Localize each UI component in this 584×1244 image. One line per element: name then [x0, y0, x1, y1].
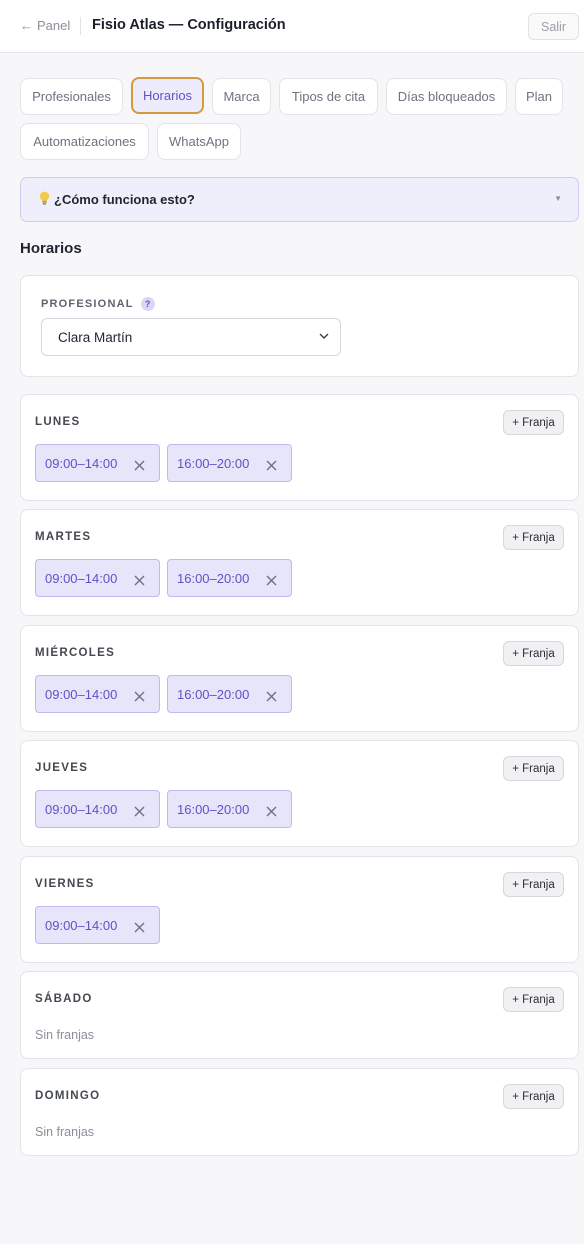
- day-name: JUEVES: [35, 762, 89, 774]
- time-slot: 09:00–14:00: [35, 444, 160, 482]
- time-slot: 16:00–20:00: [167, 559, 292, 597]
- professional-label: PROFESIONAL ?: [41, 297, 155, 311]
- time-slot-label: 16:00–20:00: [177, 802, 250, 817]
- caret-down-icon: ▼: [554, 194, 562, 203]
- time-slot: 09:00–14:00: [35, 906, 160, 944]
- remove-slot-icon[interactable]: [266, 573, 277, 586]
- back-to-panel-link[interactable]: ← Panel: [20, 18, 70, 33]
- time-slot: 16:00–20:00: [167, 790, 292, 828]
- professional-select[interactable]: Clara Martín: [41, 318, 341, 356]
- time-slot-label: 09:00–14:00: [45, 571, 118, 586]
- header-divider: [80, 17, 81, 35]
- help-icon[interactable]: ?: [140, 297, 155, 311]
- professional-select-value: Clara Martín: [58, 329, 133, 345]
- how-it-works-label: ¿Cómo funciona esto?: [54, 192, 195, 207]
- remove-slot-icon[interactable]: [266, 689, 277, 702]
- day-name: MARTES: [35, 531, 92, 543]
- tab-dias-bloqueados[interactable]: Días bloqueados: [386, 78, 507, 115]
- arrow-left-icon: ←: [20, 18, 33, 33]
- empty-slots-text: Sin franjas: [35, 1028, 95, 1042]
- add-slot-button[interactable]: + Franja: [503, 641, 564, 666]
- day-card: LUNES + Franja 09:00–14:00 16:00–20:00: [20, 394, 579, 501]
- day-name: VIERNES: [35, 878, 95, 890]
- day-card: DOMINGO + Franja Sin franjas: [20, 1068, 579, 1156]
- time-slot: 16:00–20:00: [167, 444, 292, 482]
- day-card: JUEVES + Franja 09:00–14:00 16:00–20:00: [20, 740, 579, 847]
- tab-whatsapp[interactable]: WhatsApp: [157, 123, 241, 160]
- tab-automatizaciones[interactable]: Automatizaciones: [20, 123, 149, 160]
- time-slot-label: 16:00–20:00: [177, 456, 250, 471]
- page-title: Fisio Atlas — Configuración: [92, 17, 286, 33]
- remove-slot-icon[interactable]: [134, 458, 145, 471]
- add-slot-button[interactable]: + Franja: [503, 987, 564, 1012]
- day-name: LUNES: [35, 416, 81, 428]
- professional-card: PROFESIONAL ? Clara Martín: [20, 275, 579, 377]
- add-slot-button[interactable]: + Franja: [503, 872, 564, 897]
- day-name: DOMINGO: [35, 1090, 101, 1102]
- tab-marca[interactable]: Marca: [212, 78, 271, 115]
- time-slot: 16:00–20:00: [167, 675, 292, 713]
- remove-slot-icon[interactable]: [134, 920, 145, 933]
- empty-slots-text: Sin franjas: [35, 1125, 95, 1139]
- time-slot-label: 16:00–20:00: [177, 687, 250, 702]
- back-link-label: Panel: [37, 18, 71, 33]
- day-card: MIÉRCOLES + Franja 09:00–14:00 16:00–20:00: [20, 625, 579, 732]
- how-it-works-accordion[interactable]: ¿Cómo funciona esto? ▼: [20, 177, 579, 222]
- tab-horarios[interactable]: Horarios: [131, 77, 204, 114]
- add-slot-button[interactable]: + Franja: [503, 410, 564, 435]
- time-slot-label: 16:00–20:00: [177, 571, 250, 586]
- remove-slot-icon[interactable]: [266, 804, 277, 817]
- time-slot-label: 09:00–14:00: [45, 456, 118, 471]
- tab-tipos-de-cita[interactable]: Tipos de cita: [279, 78, 378, 115]
- add-slot-button[interactable]: + Franja: [503, 525, 564, 550]
- day-card: SÁBADO + Franja Sin franjas: [20, 971, 579, 1059]
- top-bar: ← Panel Fisio Atlas — Configuración Sali…: [0, 0, 584, 53]
- tab-profesionales[interactable]: Profesionales: [20, 78, 123, 115]
- time-slot-label: 09:00–14:00: [45, 802, 118, 817]
- professional-label-text: PROFESIONAL: [41, 298, 134, 310]
- remove-slot-icon[interactable]: [134, 689, 145, 702]
- add-slot-button[interactable]: + Franja: [503, 1084, 564, 1109]
- time-slot: 09:00–14:00: [35, 559, 160, 597]
- remove-slot-icon[interactable]: [134, 573, 145, 586]
- logout-button[interactable]: Salir: [528, 13, 579, 40]
- day-card: MARTES + Franja 09:00–14:00 16:00–20:00: [20, 509, 579, 616]
- day-card: VIERNES + Franja 09:00–14:00: [20, 856, 579, 963]
- remove-slot-icon[interactable]: [266, 458, 277, 471]
- section-title: Horarios: [20, 240, 82, 257]
- add-slot-button[interactable]: + Franja: [503, 756, 564, 781]
- chevron-down-icon: [319, 333, 329, 339]
- time-slot-label: 09:00–14:00: [45, 918, 118, 933]
- day-name: SÁBADO: [35, 993, 93, 1005]
- lightbulb-icon: [39, 191, 50, 209]
- remove-slot-icon[interactable]: [134, 804, 145, 817]
- time-slot-label: 09:00–14:00: [45, 687, 118, 702]
- time-slot: 09:00–14:00: [35, 790, 160, 828]
- tab-plan[interactable]: Plan: [515, 78, 563, 115]
- day-name: MIÉRCOLES: [35, 647, 116, 659]
- time-slot: 09:00–14:00: [35, 675, 160, 713]
